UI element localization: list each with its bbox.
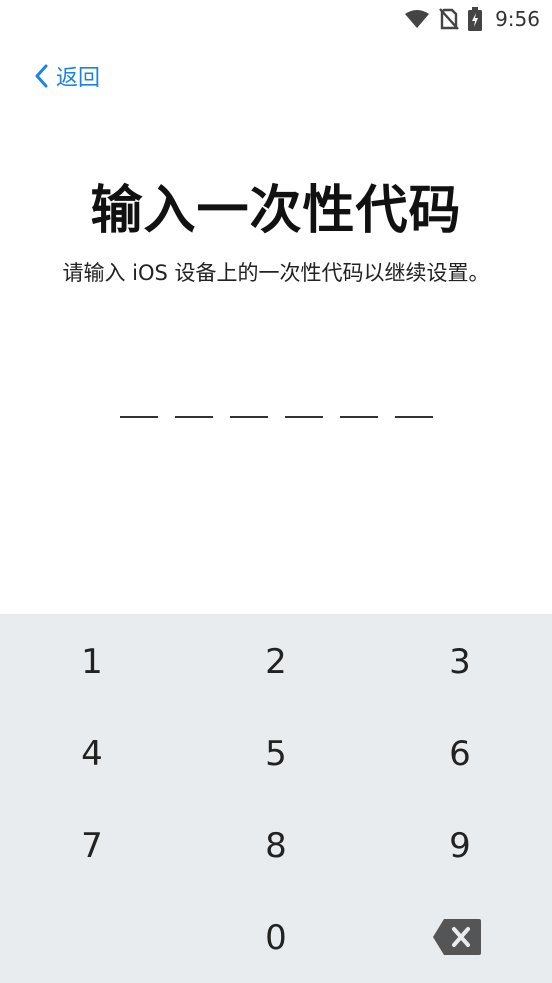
wifi-icon bbox=[404, 9, 430, 29]
key-3[interactable]: 3 bbox=[400, 622, 520, 702]
page-subtitle: 请输入 iOS 设备上的一次性代码以继续设置。 bbox=[62, 261, 490, 285]
code-slot bbox=[120, 416, 158, 418]
numeric-keypad: 1 2 3 4 5 6 7 8 9 0 bbox=[0, 614, 552, 983]
key-5[interactable]: 5 bbox=[216, 714, 336, 794]
code-slot bbox=[175, 416, 213, 418]
back-label: 返回 bbox=[56, 66, 101, 91]
key-0[interactable]: 0 bbox=[216, 898, 336, 978]
key-7[interactable]: 7 bbox=[32, 806, 152, 886]
key-2[interactable]: 2 bbox=[216, 622, 336, 702]
no-sim-icon bbox=[439, 8, 459, 30]
status-time: 9:56 bbox=[495, 7, 540, 31]
chevron-left-icon bbox=[34, 64, 48, 88]
backspace-button[interactable] bbox=[432, 918, 488, 958]
code-slot bbox=[340, 416, 378, 418]
code-slot bbox=[395, 416, 433, 418]
key-8[interactable]: 8 bbox=[216, 806, 336, 886]
key-6[interactable]: 6 bbox=[400, 714, 520, 794]
battery-charging-icon bbox=[468, 7, 483, 31]
back-button[interactable]: 返回 bbox=[34, 60, 100, 92]
key-1[interactable]: 1 bbox=[32, 622, 152, 702]
code-input[interactable] bbox=[120, 416, 433, 418]
page-title: 输入一次性代码 bbox=[90, 181, 462, 241]
status-bar: 9:56 bbox=[0, 0, 552, 38]
code-slot bbox=[285, 416, 323, 418]
backspace-icon bbox=[432, 919, 482, 960]
code-slot bbox=[230, 416, 268, 418]
key-4[interactable]: 4 bbox=[32, 714, 152, 794]
key-9[interactable]: 9 bbox=[400, 806, 520, 886]
